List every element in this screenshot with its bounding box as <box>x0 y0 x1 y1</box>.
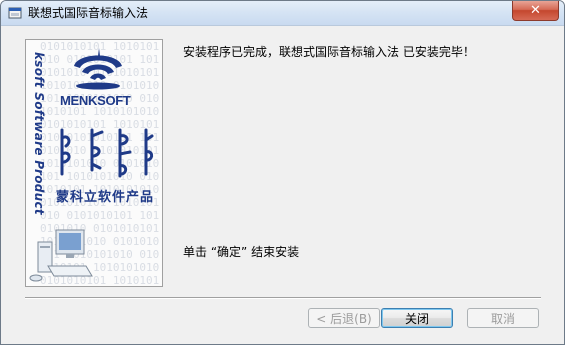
finish-instruction: 单击 “确定” 结束安装 <box>183 245 300 259</box>
product-label: 蒙科立软件产品 <box>56 190 155 205</box>
installer-icon <box>8 7 22 19</box>
product-banner: 0101010101 1010101010 0101010101 1010101… <box>25 39 163 287</box>
window-title: 联想式国际音标输入法 <box>28 6 149 20</box>
close-window-button[interactable]: ✕ <box>512 1 559 21</box>
installer-window: 联想式国际音标输入法 ✕ 0101010101 1010101010 01010… <box>0 0 565 345</box>
brand-name: MENKSOFT <box>60 93 131 108</box>
mongolian-script-logo <box>60 128 154 178</box>
title-bar: 联想式国际音标输入法 ✕ <box>1 1 564 26</box>
back-button[interactable]: < 后退(B) <box>308 308 380 328</box>
button-separator <box>25 297 541 299</box>
close-icon: ✕ <box>530 3 541 18</box>
cancel-button[interactable]: 取消 <box>467 308 539 328</box>
completion-message: 安装程序已完成，联想式国际音标输入法 已安装完毕！ <box>183 45 475 59</box>
computer-icon <box>29 229 93 282</box>
finish-close-button[interactable]: 关闭 <box>381 308 453 328</box>
menksoft-logo-icon <box>74 48 122 90</box>
